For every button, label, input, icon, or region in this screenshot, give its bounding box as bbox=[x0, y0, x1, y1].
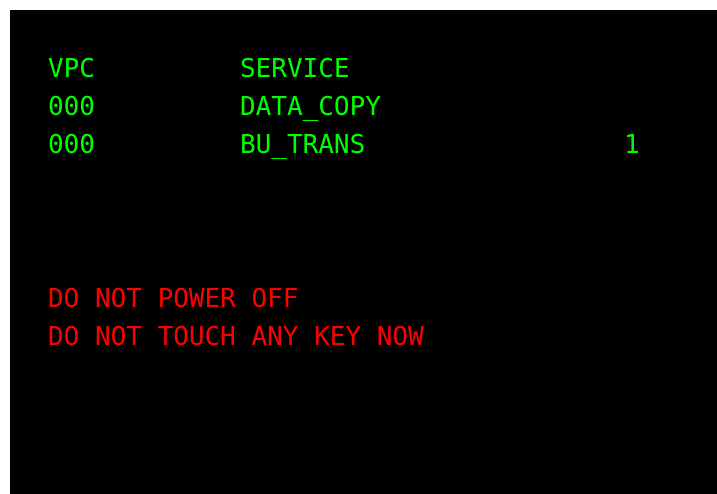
service-name: DATA_COPY bbox=[240, 92, 381, 122]
header-row: VPC SERVICE bbox=[48, 50, 350, 88]
service-name: BU_TRANS bbox=[240, 130, 366, 160]
service-column-header: SERVICE bbox=[240, 54, 350, 84]
vpc-value: 000 bbox=[48, 92, 95, 122]
vpc-column-header: VPC bbox=[48, 54, 95, 84]
service-row: 000 BU_TRANS 1 bbox=[48, 126, 640, 164]
warning-touch-key: DO NOT TOUCH ANY KEY NOW bbox=[48, 322, 424, 352]
service-row: 000 DATA_COPY bbox=[48, 88, 381, 126]
vpc-value: 000 bbox=[48, 130, 95, 160]
service-count: 1 bbox=[624, 130, 640, 160]
terminal-screen: VPC SERVICE 000 DATA_COPY 000 BU_TRANS 1… bbox=[10, 10, 717, 494]
warning-power-off: DO NOT POWER OFF bbox=[48, 284, 299, 314]
